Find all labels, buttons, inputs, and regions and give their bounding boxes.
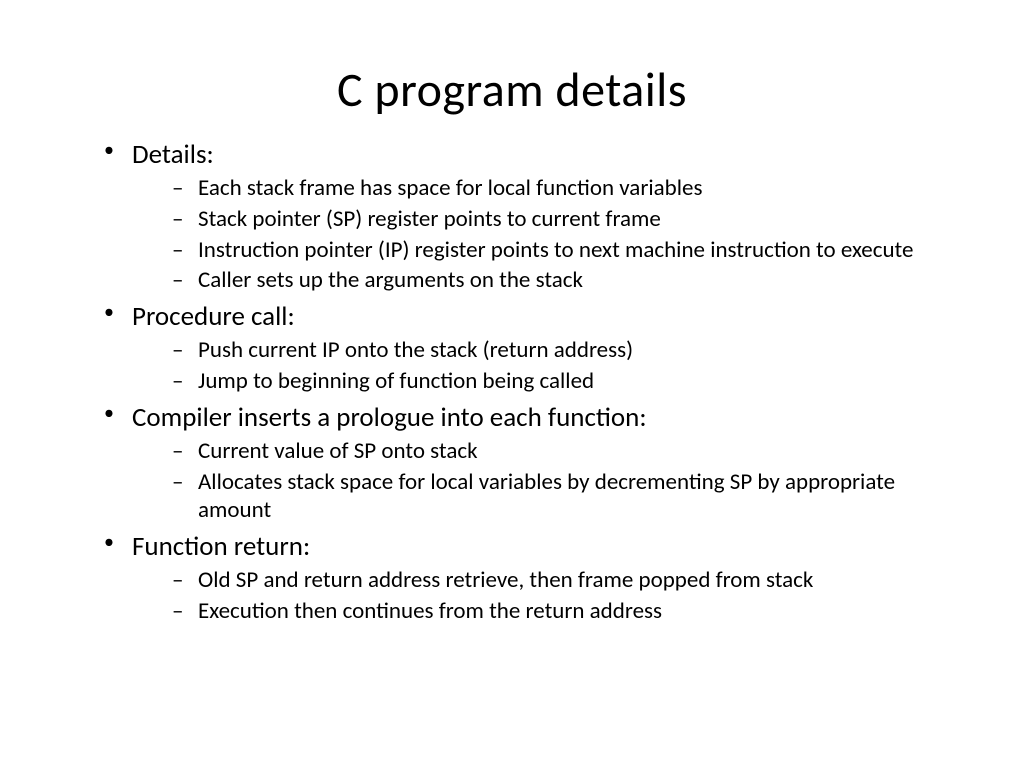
slide: C program details Details: Each stack fr… [0, 0, 1024, 768]
sub-bullet-item: Each stack frame has space for local fun… [168, 174, 944, 203]
sub-bullet-item: Current value of SP onto stack [168, 437, 944, 466]
sub-bullet-item: Allocates stack space for local variable… [168, 468, 944, 526]
bullet-label: Compiler inserts a prologue into each fu… [132, 401, 647, 434]
sub-bullet-list: Old SP and return address retrieve, then… [132, 566, 944, 626]
sub-bullet-item: Stack pointer (SP) register points to cu… [168, 205, 944, 234]
bullet-list: Details: Each stack frame has space for … [80, 137, 944, 626]
sub-bullet-list: Push current IP onto the stack (return a… [132, 336, 944, 396]
sub-bullet-item: Instruction pointer (IP) register points… [168, 236, 944, 265]
sub-bullet-item: Old SP and return address retrieve, then… [168, 566, 944, 595]
bullet-label: Details: [132, 138, 214, 171]
bullet-item: Compiler inserts a prologue into each fu… [98, 400, 944, 525]
bullet-item: Details: Each stack frame has space for … [98, 137, 944, 295]
sub-bullet-item: Caller sets up the arguments on the stac… [168, 266, 944, 295]
sub-bullet-item: Push current IP onto the stack (return a… [168, 336, 944, 365]
sub-bullet-list: Each stack frame has space for local fun… [132, 174, 944, 295]
sub-bullet-list: Current value of SP onto stack Allocates… [132, 437, 944, 525]
bullet-label: Procedure call: [132, 300, 295, 333]
slide-title: C program details [80, 60, 944, 119]
bullet-item: Function return: Old SP and return addre… [98, 529, 944, 626]
bullet-item: Procedure call: Push current IP onto the… [98, 299, 944, 396]
bullet-label: Function return: [132, 530, 310, 563]
sub-bullet-item: Jump to beginning of function being call… [168, 367, 944, 396]
sub-bullet-item: Execution then continues from the return… [168, 597, 944, 626]
